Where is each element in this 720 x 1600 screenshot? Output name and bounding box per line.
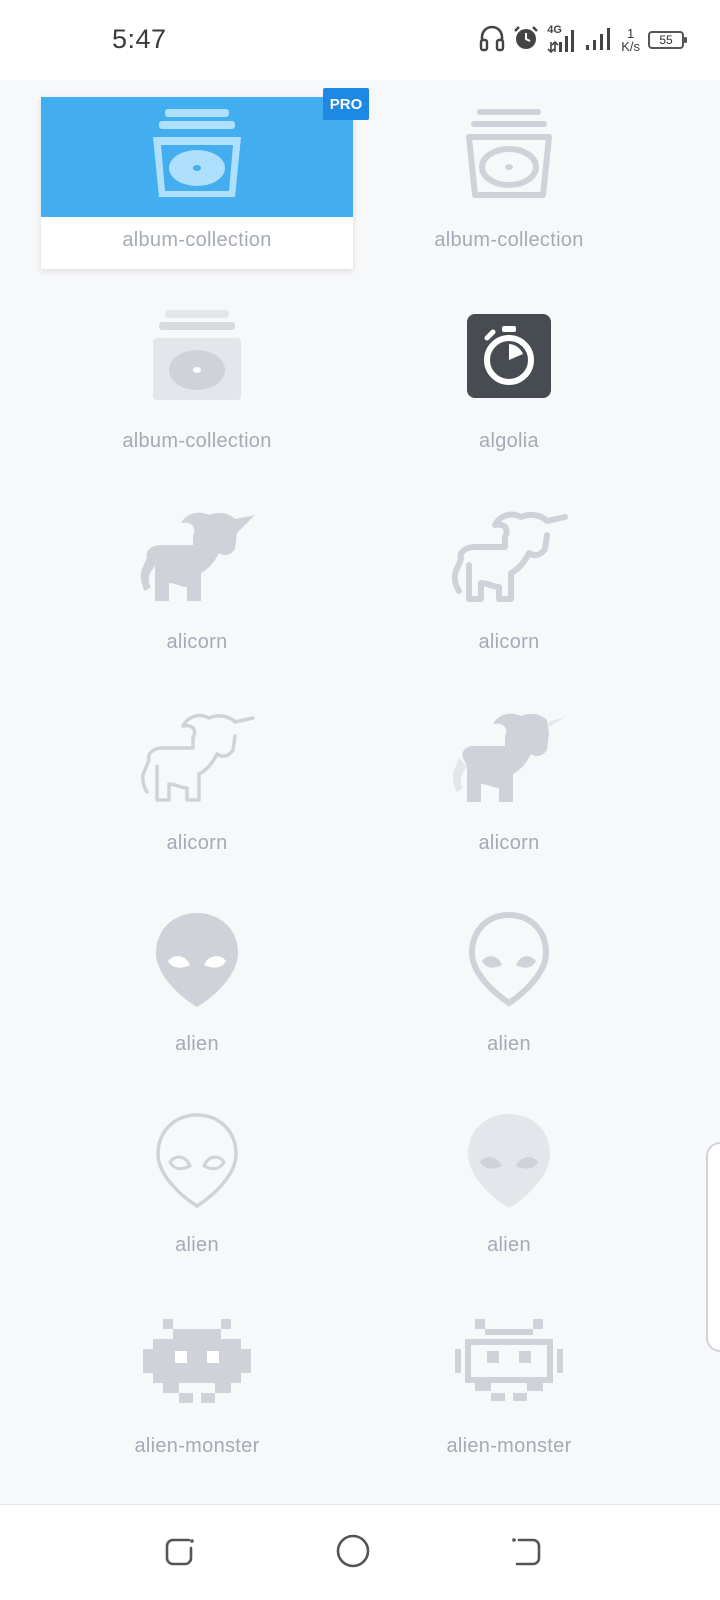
icon-preview — [353, 1102, 665, 1222]
icon-label: alien — [175, 1033, 219, 1055]
icon-label: algolia — [479, 430, 539, 452]
icon-label: alien-monster — [134, 1435, 260, 1457]
icon-preview — [41, 97, 353, 217]
icon-label: album-collection — [122, 430, 272, 452]
icon-card-alien-light[interactable]: alien — [41, 1102, 353, 1274]
alicorn-icon — [137, 507, 257, 612]
icon-card-alicorn-regular[interactable]: alicorn — [353, 499, 665, 671]
alien-icon — [466, 909, 552, 1014]
icon-card-alicorn-light[interactable]: alicorn — [41, 700, 353, 872]
alicorn-icon — [449, 708, 569, 813]
icon-card-alien-regular[interactable]: alien — [353, 901, 665, 1073]
icon-label: alien — [487, 1033, 531, 1055]
icon-label: alicorn — [166, 832, 228, 854]
alien-icon — [154, 909, 240, 1014]
recents-icon — [163, 1534, 197, 1573]
status-time: 5:47 — [112, 24, 167, 54]
icon-preview — [41, 499, 353, 619]
icon-label: alicorn — [478, 832, 540, 854]
alicorn-icon — [449, 507, 569, 612]
side-drawer-handle[interactable] — [706, 1142, 720, 1352]
album-collection-icon — [461, 107, 557, 208]
recents-button[interactable] — [160, 1533, 200, 1573]
algolia-icon — [467, 313, 551, 403]
icon-preview — [353, 499, 665, 619]
icon-preview — [353, 298, 665, 418]
icon-preview — [41, 298, 353, 418]
icon-card-alicorn-solid[interactable]: alicorn — [41, 499, 353, 671]
album-collection-icon — [149, 308, 245, 409]
icon-card-album-collection-solid[interactable]: album-collection PRO — [41, 88, 369, 269]
status-bar: 5:47 4G 1 K/s 55 — [0, 0, 720, 80]
icon-card-alien-monster-regular[interactable]: alien-monster — [353, 1303, 665, 1475]
icon-label: alicorn — [478, 631, 540, 653]
home-button[interactable] — [333, 1533, 373, 1573]
back-button[interactable] — [506, 1533, 546, 1573]
home-icon — [335, 1533, 371, 1574]
icon-card-alien-duotone[interactable]: alien — [353, 1102, 665, 1274]
headphones-icon — [479, 24, 505, 57]
battery-icon: 55 — [648, 31, 687, 49]
navigation-bar — [0, 1504, 720, 1600]
icon-label: alien — [175, 1234, 219, 1256]
alicorn-icon — [137, 708, 257, 813]
signal-4g-icon: 4G — [547, 24, 577, 54]
icon-preview — [41, 1102, 353, 1222]
icon-card-alien-solid[interactable]: alien — [41, 901, 353, 1073]
alien-monster-icon — [455, 1318, 563, 1408]
signal-bars-icon — [585, 25, 613, 56]
icon-preview — [353, 1303, 665, 1423]
alarm-icon — [513, 25, 539, 56]
icon-label: album-collection — [122, 229, 272, 251]
alien-icon — [466, 1110, 552, 1215]
icon-preview — [353, 901, 665, 1021]
icon-card-alicorn-duotone[interactable]: alicorn — [353, 700, 665, 872]
icon-card-album-collection-regular[interactable]: album-collection — [353, 97, 665, 269]
alien-icon — [154, 1110, 240, 1215]
icon-card-alien-monster-solid[interactable]: alien-monster — [41, 1303, 353, 1475]
icon-preview — [353, 700, 665, 820]
icon-preview — [41, 1303, 353, 1423]
icon-card-album-collection-duotone[interactable]: album-collection — [41, 298, 353, 470]
icon-grid: album-collection PRO album-collection al… — [0, 80, 720, 1504]
icon-label: alicorn — [166, 631, 228, 653]
alien-monster-icon — [143, 1318, 251, 1408]
battery-level: 55 — [659, 33, 673, 47]
icon-preview — [41, 700, 353, 820]
icon-label: album-collection — [434, 229, 584, 251]
icon-preview — [41, 901, 353, 1021]
status-icons: 4G 1 K/s 55 — [479, 22, 687, 58]
icon-preview — [353, 97, 665, 217]
icon-card-algolia[interactable]: algolia — [353, 298, 665, 470]
back-icon — [509, 1534, 543, 1573]
net-speed: 1 K/s — [621, 27, 640, 53]
icon-label: alien — [487, 1234, 531, 1256]
album-collection-icon — [149, 107, 245, 208]
net-speed-unit: K/s — [621, 39, 640, 54]
icon-label: alien-monster — [446, 1435, 572, 1457]
